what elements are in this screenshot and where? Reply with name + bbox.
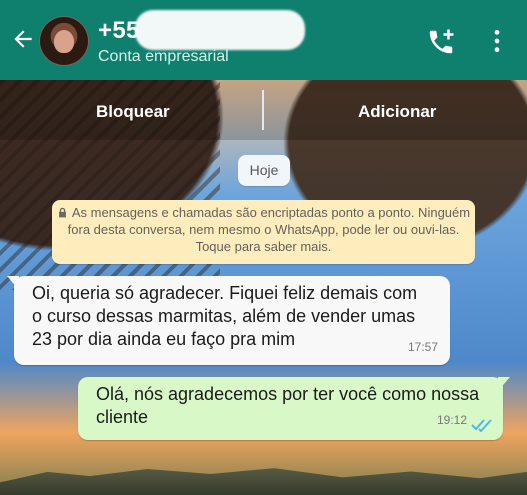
outgoing-message-text: Olá, nós agradecemos por ter você como n… [96,384,480,427]
lock-icon [58,207,66,218]
incoming-message-text: Oi, queria só agradecer. Fiquei feliz de… [32,283,418,349]
add-contact-button[interactable]: Adicionar [358,102,436,122]
phone-add-icon[interactable] [426,27,456,57]
contact-actions-bar: Bloquear Adicionar [0,80,527,140]
contact-avatar[interactable] [39,16,89,66]
contact-title[interactable]: +55 [98,17,140,45]
outgoing-message-bubble[interactable]: Olá, nós agradecemos por ter você como n… [78,377,510,440]
back-arrow-icon[interactable] [10,26,36,52]
encryption-text-container: As mensagens e chamadas são encriptadas … [52,200,475,255]
more-options-icon[interactable] [490,28,504,54]
encryption-text: As mensagens e chamadas são encriptadas … [67,205,471,254]
incoming-message-time: 17:57 [407,340,438,354]
encryption-notice[interactable]: As mensagens e chamadas são encriptadas … [52,200,475,264]
chat-background: Bloquear Adicionar Hoje As mensagens e c… [0,80,527,495]
chat-header: +55 Conta empresarial [0,0,527,80]
incoming-message-bubble[interactable]: Oi, queria só agradecer. Fiquei feliz de… [7,276,450,365]
double-check-icon [471,419,492,432]
actions-divider [262,90,264,130]
outgoing-message-time: 19:12 [436,413,467,427]
date-chip: Hoje [238,155,290,186]
block-button[interactable]: Bloquear [96,102,170,122]
business-account-label: Conta empresarial [98,48,229,65]
redacted-contact-name [135,10,305,50]
